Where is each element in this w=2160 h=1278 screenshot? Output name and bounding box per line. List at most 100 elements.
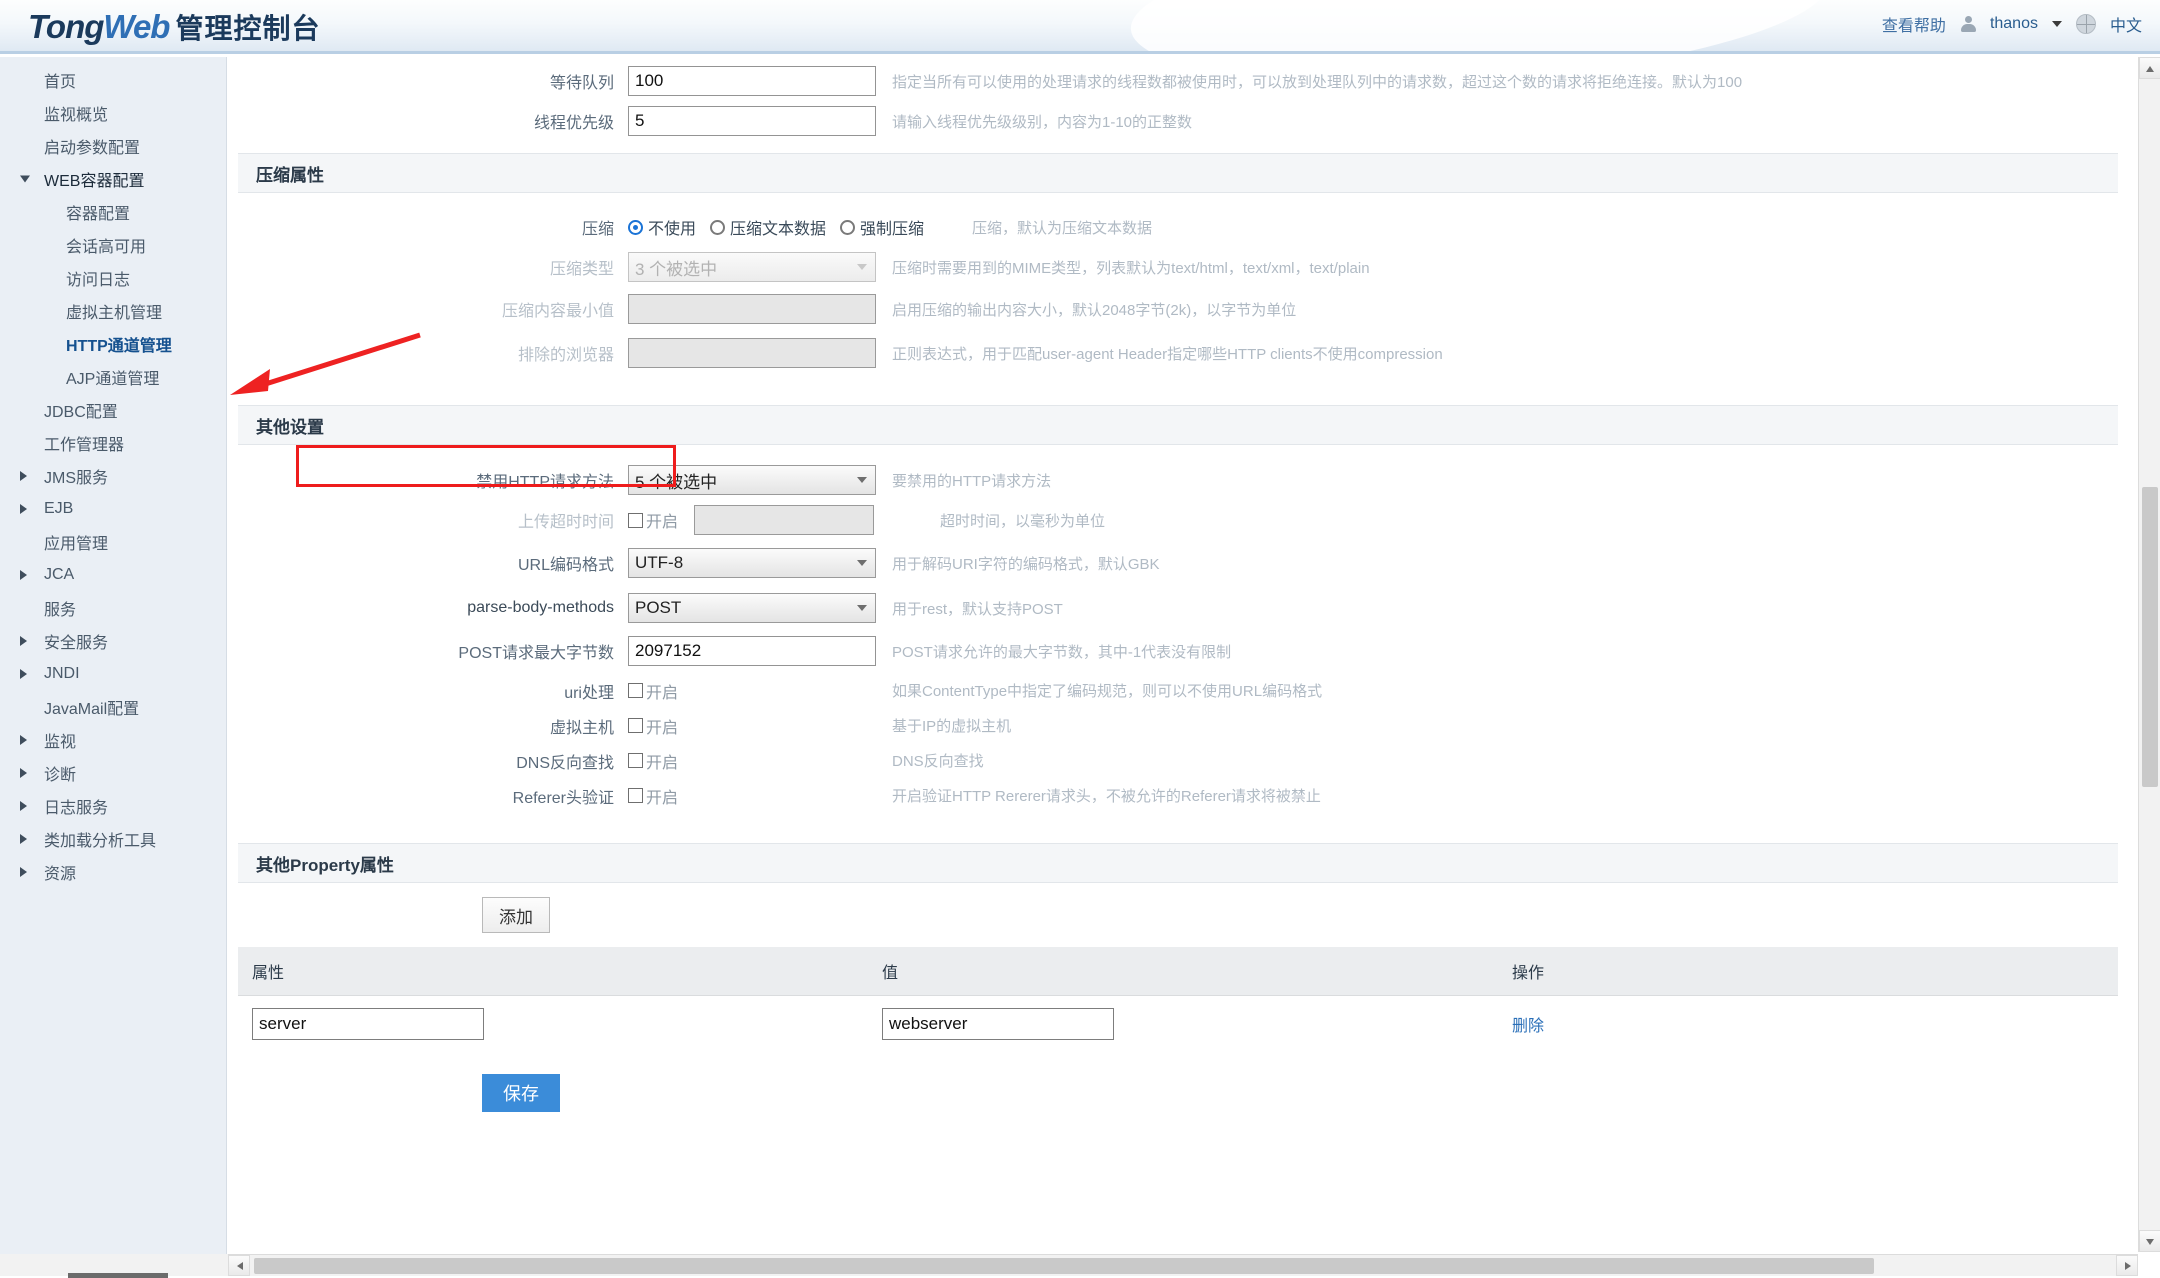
sidebar-item-16[interactable]: 服务 xyxy=(0,591,226,624)
uri-handling-checkbox[interactable] xyxy=(628,683,643,698)
sidebar-item-0[interactable]: 首页 xyxy=(0,63,226,96)
chevron-down-icon[interactable] xyxy=(20,175,30,182)
sidebar-item-13[interactable]: EJB xyxy=(0,492,226,525)
cell-action: 删除 xyxy=(1498,996,2118,1053)
chevron-right-icon[interactable] xyxy=(20,801,27,811)
hint-min-content: 启用压缩的输出内容大小，默认2048字节(2k)，以字节为单位 xyxy=(892,299,1296,320)
sidebar-item-10[interactable]: JDBC配置 xyxy=(0,393,226,426)
row-excluded-browsers: 排除的浏览器 正则表达式，用于匹配user-agent Header指定哪些HT… xyxy=(228,331,2133,375)
sidebar-item-6[interactable]: 访问日志 xyxy=(0,261,226,294)
sidebar-item-19[interactable]: JavaMail配置 xyxy=(0,690,226,723)
upload-timeout-input[interactable] xyxy=(694,505,874,535)
chevron-right-icon[interactable] xyxy=(20,834,27,844)
radio-label-compression-none[interactable]: 不使用 xyxy=(648,215,696,239)
dns-lookup-checkbox-label[interactable]: 开启 xyxy=(646,749,678,773)
label-parse-body-methods: parse-body-methods xyxy=(228,599,628,617)
property-value-input[interactable] xyxy=(882,1008,1114,1040)
horizontal-scrollbar[interactable] xyxy=(228,1254,2138,1276)
save-button[interactable]: 保存 xyxy=(482,1074,560,1112)
chevron-right-icon[interactable] xyxy=(20,735,27,745)
radio-compression-text[interactable] xyxy=(710,220,725,235)
uri-handling-checkbox-label[interactable]: 开启 xyxy=(646,679,678,703)
sidebar-item-label: JMS服务 xyxy=(44,464,108,488)
field-post-max-bytes xyxy=(628,636,876,666)
horizontal-scroll-thumb[interactable] xyxy=(254,1258,1874,1274)
sidebar-item-17[interactable]: 安全服务 xyxy=(0,624,226,657)
scroll-up-button[interactable] xyxy=(2139,57,2160,79)
hint-thread-priority: 请输入线程优先级级别，内容为1-10的正整数 xyxy=(892,111,1192,132)
url-encoding-select[interactable]: UTF-8 xyxy=(628,548,876,578)
scroll-left-button[interactable] xyxy=(228,1255,250,1276)
scroll-down-button[interactable] xyxy=(2139,1230,2160,1252)
hint-wait-queue: 指定当所有可以使用的处理请求的线程数都被使用时，可以放到处理队列中的请求数，超过… xyxy=(892,71,1742,92)
chevron-right-icon[interactable] xyxy=(20,768,27,778)
sidebar-item-11[interactable]: 工作管理器 xyxy=(0,426,226,459)
parse-body-methods-select[interactable]: POST xyxy=(628,593,876,623)
sidebar-item-22[interactable]: 日志服务 xyxy=(0,789,226,822)
property-name-input[interactable] xyxy=(252,1008,484,1040)
disabled-http-methods-select[interactable]: 5 个被选中 xyxy=(628,465,876,495)
add-property-button[interactable]: 添加 xyxy=(482,897,550,933)
min-content-input[interactable] xyxy=(628,294,876,324)
language-switch-link[interactable]: 中文 xyxy=(2110,12,2142,36)
sidebar-item-12[interactable]: JMS服务 xyxy=(0,459,226,492)
post-max-bytes-input[interactable] xyxy=(628,636,876,666)
logo-tong-text: Tong xyxy=(28,8,103,45)
radio-compression-none[interactable] xyxy=(628,220,643,235)
sidebar-item-23[interactable]: 类加载分析工具 xyxy=(0,822,226,855)
chevron-right-icon[interactable] xyxy=(20,471,27,481)
app-logo: TongWeb管理控制台 xyxy=(28,7,320,47)
delete-property-link[interactable]: 删除 xyxy=(1512,1018,1544,1035)
sidebar-item-5[interactable]: 会话高可用 xyxy=(0,228,226,261)
chevron-right-icon[interactable] xyxy=(20,867,27,877)
vertical-scroll-thumb[interactable] xyxy=(2142,487,2158,787)
field-referer-check: 开启 xyxy=(628,784,876,808)
referer-check-checkbox-label[interactable]: 开启 xyxy=(646,784,678,808)
virtual-host-checkbox[interactable] xyxy=(628,718,643,733)
radio-compression-force[interactable] xyxy=(840,220,855,235)
sidebar-item-3[interactable]: WEB容器配置 xyxy=(0,162,226,195)
sidebar-item-15[interactable]: JCA xyxy=(0,558,226,591)
chevron-down-icon[interactable] xyxy=(2052,21,2062,27)
sidebar-item-2[interactable]: 启动参数配置 xyxy=(0,129,226,162)
upload-timeout-checkbox-label[interactable]: 开启 xyxy=(646,508,678,532)
sidebar-item-14[interactable]: 应用管理 xyxy=(0,525,226,558)
excluded-browsers-input[interactable] xyxy=(628,338,876,368)
chevron-right-icon[interactable] xyxy=(20,504,27,514)
hint-post-max-bytes: POST请求允许的最大字节数，其中-1代表没有限制 xyxy=(892,641,1231,662)
field-excluded-browsers xyxy=(628,338,876,368)
virtual-host-checkbox-label[interactable]: 开启 xyxy=(646,714,678,738)
vertical-scrollbar[interactable] xyxy=(2138,57,2160,1252)
thread-priority-input[interactable] xyxy=(628,106,876,136)
sidebar-item-20[interactable]: 监视 xyxy=(0,723,226,756)
sidebar-item-label: EJB xyxy=(44,500,73,518)
app-header: TongWeb管理控制台 查看帮助 thanos 中文 xyxy=(0,0,2160,54)
upload-timeout-checkbox[interactable] xyxy=(628,513,643,528)
chevron-right-icon[interactable] xyxy=(20,669,27,679)
chevron-right-icon[interactable] xyxy=(20,636,27,646)
sidebar-item-1[interactable]: 监视概览 xyxy=(0,96,226,129)
referer-check-checkbox[interactable] xyxy=(628,788,643,803)
dns-lookup-checkbox[interactable] xyxy=(628,753,643,768)
radio-label-compression-text[interactable]: 压缩文本数据 xyxy=(730,215,826,239)
radio-label-compression-force[interactable]: 强制压缩 xyxy=(860,215,924,239)
field-virtual-host: 开启 xyxy=(628,714,876,738)
sidebar-nav: 首页监视概览启动参数配置WEB容器配置容器配置会话高可用访问日志虚拟主机管理HT… xyxy=(0,57,227,1276)
sidebar-item-8[interactable]: HTTP通道管理 xyxy=(0,327,226,360)
sidebar-item-7[interactable]: 虚拟主机管理 xyxy=(0,294,226,327)
chevron-right-icon[interactable] xyxy=(20,570,27,580)
sidebar-item-24[interactable]: 资源 xyxy=(0,855,226,888)
sidebar-item-9[interactable]: AJP通道管理 xyxy=(0,360,226,393)
view-help-link[interactable]: 查看帮助 xyxy=(1882,12,1946,36)
compression-type-select[interactable]: 3 个被选中 xyxy=(628,252,876,282)
user-name-label[interactable]: thanos xyxy=(1990,15,2038,33)
sidebar-item-label: 安全服务 xyxy=(44,629,108,653)
field-thread-priority xyxy=(628,106,876,136)
sidebar-item-18[interactable]: JNDI xyxy=(0,657,226,690)
sidebar-item-4[interactable]: 容器配置 xyxy=(0,195,226,228)
scroll-right-button[interactable] xyxy=(2116,1255,2138,1276)
wait-queue-input[interactable] xyxy=(628,66,876,96)
sidebar-item-21[interactable]: 诊断 xyxy=(0,756,226,789)
settings-form: 等待队列 指定当所有可以使用的处理请求的线程数都被使用时，可以放到处理队列中的请… xyxy=(228,57,2133,1217)
sidebar-item-label: AJP通道管理 xyxy=(66,365,159,389)
